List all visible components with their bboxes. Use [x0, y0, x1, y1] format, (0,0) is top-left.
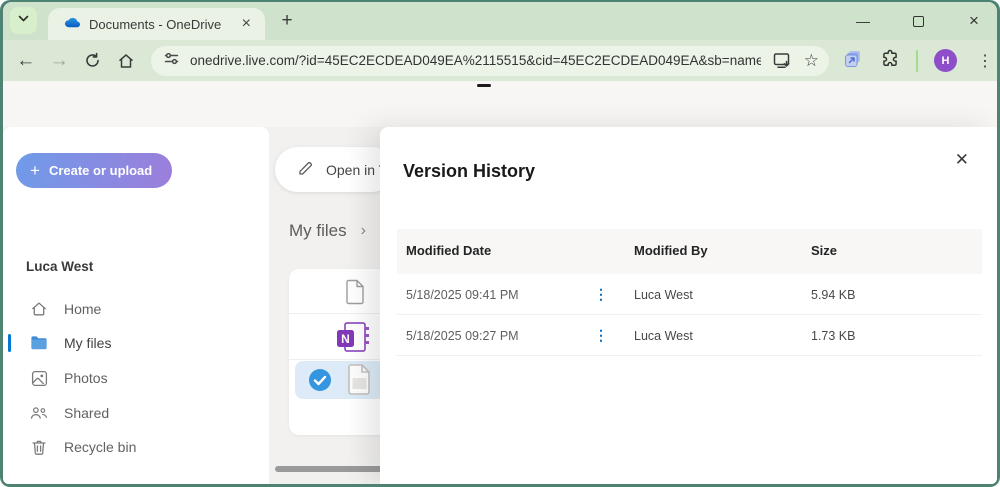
- browser-tab-active[interactable]: Documents - OneDrive ×: [48, 8, 265, 40]
- home-icon[interactable]: [110, 51, 144, 70]
- sidebar-item-recycle-bin[interactable]: Recycle bin: [3, 431, 261, 463]
- column-modified-date: Modified Date: [406, 243, 492, 258]
- sidebar-item-my-files[interactable]: My files: [3, 327, 261, 359]
- close-icon[interactable]: ✕: [951, 147, 973, 172]
- plus-icon: +: [30, 161, 40, 180]
- photos-icon: [30, 369, 48, 387]
- version-size: 1.73 KB: [811, 329, 856, 343]
- site-settings-icon: [163, 50, 180, 72]
- selected-indicator: [8, 334, 11, 352]
- folder-icon: [30, 334, 48, 352]
- new-tab-button[interactable]: +: [275, 10, 299, 32]
- pencil-icon: [297, 160, 314, 180]
- trash-icon: [30, 438, 48, 456]
- profile-avatar[interactable]: H: [934, 49, 957, 72]
- sidebar-item-shared[interactable]: Shared: [3, 397, 261, 429]
- svg-text:N: N: [341, 332, 350, 346]
- browser-window: Documents - OneDrive × + — × ← → onedriv…: [0, 0, 1000, 487]
- open-in-button[interactable]: Open in Te: [275, 147, 395, 192]
- sidebar-item-label: My files: [64, 335, 112, 351]
- onedrive-cloud-icon: [62, 15, 80, 33]
- tab-title: Documents - OneDrive: [89, 16, 222, 32]
- table-row[interactable]: 5/18/2025 09:27 PM ⋮ Luca West 1.73 KB: [397, 315, 982, 356]
- header-dash: [477, 84, 491, 87]
- onedrive-page: + Create or upload Luca West Home My fil…: [3, 81, 997, 484]
- browser-toolbar: ← → onedrive.live.com/?id=45EC2ECDEAD049…: [3, 40, 997, 81]
- row-separator: [289, 313, 387, 314]
- pinned-extension-icon[interactable]: [843, 48, 864, 74]
- shared-people-icon: [30, 404, 48, 422]
- maximize-button[interactable]: [913, 15, 924, 27]
- page-header-strip: [3, 81, 997, 127]
- window-close-button[interactable]: ×: [959, 11, 989, 31]
- check-circle-icon[interactable]: [308, 368, 332, 397]
- version-history-panel: ✕ Version History Modified Date Modified…: [380, 127, 997, 484]
- onenote-notebook-icon: N: [335, 321, 372, 360]
- chevron-down-icon: [17, 12, 30, 30]
- text-document-icon: [347, 363, 372, 401]
- chevron-right-icon: ›: [360, 222, 366, 239]
- sidebar-item-label: Home: [64, 301, 102, 317]
- version-date: 5/18/2025 09:41 PM: [406, 288, 519, 302]
- sidebar: + Create or upload Luca West Home My fil…: [3, 127, 269, 484]
- panel-title: Version History: [403, 161, 536, 181]
- url-bar[interactable]: onedrive.live.com/?id=45EC2ECDEAD049EA%2…: [151, 45, 829, 76]
- extensions-puzzle-icon[interactable]: [880, 48, 900, 73]
- sidebar-item-label: Shared: [64, 405, 110, 421]
- column-modified-by: Modified By: [634, 243, 708, 258]
- row-separator: [289, 359, 387, 360]
- forward-icon[interactable]: →: [43, 51, 77, 70]
- title-bar: Documents - OneDrive × + — ×: [3, 2, 997, 40]
- version-size: 5.94 KB: [811, 288, 856, 302]
- install-app-icon[interactable]: [773, 52, 792, 69]
- sidebar-item-photos[interactable]: Photos: [3, 362, 261, 394]
- tab-search-button[interactable]: [10, 7, 37, 34]
- horizontal-scrollbar[interactable]: [275, 466, 387, 472]
- browser-menu-icon[interactable]: ⋮: [973, 51, 997, 71]
- sidebar-item-home[interactable]: Home: [3, 293, 261, 325]
- version-author: Luca West: [634, 329, 693, 343]
- column-size: Size: [811, 243, 838, 258]
- version-date: 5/18/2025 09:27 PM: [406, 329, 519, 343]
- version-table: 5/18/2025 09:41 PM ⋮ Luca West 5.94 KB 5…: [397, 274, 982, 356]
- breadcrumb-my-files[interactable]: My files: [289, 221, 347, 241]
- browse-files-by-header: Browse files by: [26, 482, 125, 484]
- window-controls: — ×: [848, 2, 989, 40]
- tab-close-button[interactable]: ×: [238, 16, 255, 32]
- bookmark-star-icon[interactable]: ☆: [804, 51, 819, 71]
- table-row[interactable]: 5/18/2025 09:41 PM ⋮ Luca West 5.94 KB: [397, 274, 982, 315]
- home-icon: [30, 300, 48, 318]
- table-header: Modified Date Modified By Size: [397, 229, 982, 274]
- sidebar-item-label: Photos: [64, 370, 108, 386]
- user-name: Luca West: [26, 259, 94, 274]
- back-icon[interactable]: ←: [9, 51, 43, 70]
- selected-file-row[interactable]: [295, 361, 381, 399]
- browser-chrome: Documents - OneDrive × + — × ← → onedriv…: [3, 2, 997, 484]
- file-list-card: N: [289, 269, 387, 435]
- minimize-button[interactable]: —: [848, 13, 878, 29]
- row-menu-icon[interactable]: ⋮: [590, 286, 612, 303]
- toolbar-separator: [916, 49, 918, 72]
- create-or-upload-label: Create or upload: [48, 163, 153, 178]
- toolbar-right: H ⋮: [843, 48, 997, 74]
- sidebar-item-label: Recycle bin: [64, 439, 137, 455]
- create-or-upload-button[interactable]: + Create or upload: [16, 153, 173, 188]
- breadcrumb[interactable]: My files ›: [289, 221, 366, 241]
- row-menu-icon[interactable]: ⋮: [590, 327, 612, 344]
- refresh-icon[interactable]: [76, 51, 110, 70]
- document-icon: [345, 279, 366, 310]
- version-author: Luca West: [634, 288, 693, 302]
- url-text: onedrive.live.com/?id=45EC2ECDEAD049EA%2…: [190, 53, 761, 68]
